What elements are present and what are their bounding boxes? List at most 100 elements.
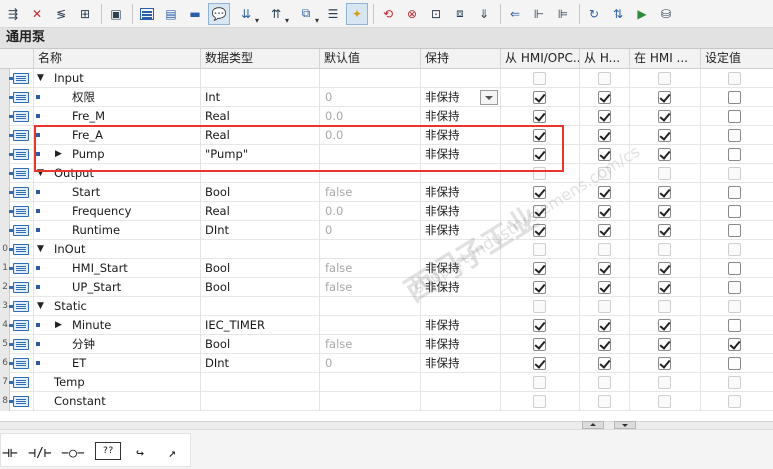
normally-closed-contact-icon[interactable]: ⊣/⊢: [25, 440, 55, 466]
in-hmi-checkbox[interactable]: [658, 205, 671, 218]
hmi-opc-checkbox[interactable]: [533, 319, 546, 332]
setpoint-checkbox[interactable]: [728, 300, 741, 313]
snapshot-icon[interactable]: ▶: [631, 3, 653, 25]
hmi-h-checkbox[interactable]: [598, 357, 611, 370]
table-row[interactable]: 0 ▼ InOut: [0, 240, 773, 259]
retain-value[interactable]: 非保持: [425, 316, 460, 334]
network-list-icon[interactable]: [136, 3, 158, 25]
datatype-value[interactable]: DInt: [205, 221, 229, 239]
default-value[interactable]: false: [325, 183, 352, 201]
expand-toggle-icon[interactable]: ▶: [55, 316, 62, 334]
hmi-h-checkbox[interactable]: [598, 148, 611, 161]
setpoint-checkbox[interactable]: [728, 224, 741, 237]
hmi-opc-checkbox[interactable]: [533, 186, 546, 199]
setpoint-checkbox[interactable]: [728, 205, 741, 218]
open-all-icon[interactable]: ⇊ ▾: [232, 3, 260, 25]
absolute-address-icon[interactable]: ⧉ ▾: [292, 3, 320, 25]
in-hmi-checkbox[interactable]: [658, 243, 671, 256]
hmi-h-checkbox[interactable]: [598, 262, 611, 275]
close-all-icon[interactable]: ⇈ ▾: [262, 3, 290, 25]
table-row[interactable]: Fre_M Real 0.0 非保持: [0, 107, 773, 126]
empty-box-icon[interactable]: ??: [95, 442, 121, 460]
default-value[interactable]: 0: [325, 221, 332, 239]
retain-value[interactable]: 非保持: [425, 202, 460, 220]
collapse-toggle-icon[interactable]: ▼: [37, 69, 44, 87]
in-hmi-checkbox[interactable]: [658, 224, 671, 237]
collapse-toggle-icon[interactable]: ▼: [37, 297, 44, 315]
variable-name[interactable]: Input: [54, 69, 84, 87]
insert-row-icon[interactable]: ⇶: [2, 3, 24, 25]
hmi-opc-checkbox[interactable]: [533, 129, 546, 142]
hmi-h-checkbox[interactable]: [598, 243, 611, 256]
table-row[interactable]: 3 ▼ Static: [0, 297, 773, 316]
table-row[interactable]: Fre_A Real 0.0 非保持: [0, 126, 773, 145]
in-hmi-checkbox[interactable]: [658, 281, 671, 294]
header-retain[interactable]: 保持: [421, 49, 501, 69]
variable-name[interactable]: Minute: [72, 316, 111, 334]
retain-value[interactable]: 非保持: [425, 183, 460, 201]
retain-value[interactable]: 非保持: [425, 278, 460, 296]
variable-name[interactable]: HMI_Start: [72, 259, 128, 277]
setpoint-checkbox[interactable]: [728, 281, 741, 294]
monitor-icon[interactable]: ▣: [105, 3, 127, 25]
default-value[interactable]: 0.0: [325, 202, 343, 220]
hmi-h-checkbox[interactable]: [598, 72, 611, 85]
setpoint-checkbox[interactable]: [728, 110, 741, 123]
datatype-value[interactable]: Bool: [205, 183, 230, 201]
in-hmi-checkbox[interactable]: [658, 167, 671, 180]
hmi-h-checkbox[interactable]: [598, 319, 611, 332]
hmi-opc-checkbox[interactable]: [533, 357, 546, 370]
datatype-value[interactable]: Bool: [205, 335, 230, 353]
in-hmi-checkbox[interactable]: [658, 262, 671, 275]
header-name[interactable]: 名称: [34, 49, 201, 69]
in-hmi-checkbox[interactable]: [658, 319, 671, 332]
variable-name[interactable]: Runtime: [72, 221, 120, 239]
hmi-h-checkbox[interactable]: [598, 300, 611, 313]
table-row[interactable]: 2 UP_Start Bool false 非保持: [0, 278, 773, 297]
table-row[interactable]: 权限 Int 0 非保持: [0, 88, 773, 107]
in-hmi-checkbox[interactable]: [658, 357, 671, 370]
retain-value[interactable]: 非保持: [425, 126, 460, 144]
setpoint-checkbox[interactable]: [728, 376, 741, 389]
default-value[interactable]: 0: [325, 88, 332, 106]
header-setpoint[interactable]: 设定值: [701, 49, 773, 69]
hmi-opc-checkbox[interactable]: [533, 148, 546, 161]
retain-value[interactable]: 非保持: [425, 354, 460, 372]
default-value[interactable]: false: [325, 278, 352, 296]
variable-name[interactable]: 分钟: [72, 335, 95, 353]
hmi-h-checkbox[interactable]: [598, 167, 611, 180]
in-hmi-checkbox[interactable]: [658, 300, 671, 313]
datatype-value[interactable]: IEC_TIMER: [205, 316, 265, 334]
indent-icon[interactable]: ⊩: [528, 3, 550, 25]
setpoint-checkbox[interactable]: [728, 129, 741, 142]
variable-name[interactable]: Output: [54, 164, 94, 182]
hmi-h-checkbox[interactable]: [598, 129, 611, 142]
hmi-opc-checkbox[interactable]: [533, 376, 546, 389]
variable-name[interactable]: Static: [54, 297, 87, 315]
setpoint-checkbox[interactable]: [728, 262, 741, 275]
hmi-opc-checkbox[interactable]: [533, 72, 546, 85]
jump-back-icon[interactable]: ⇐: [504, 3, 526, 25]
table-row[interactable]: ▼ Output: [0, 164, 773, 183]
step-over-icon[interactable]: ⇓: [473, 3, 495, 25]
header-hmi-h[interactable]: 从 H...: [580, 49, 630, 69]
setpoint-checkbox[interactable]: [728, 243, 741, 256]
header-in-hmi[interactable]: 在 HMI ...: [630, 49, 701, 69]
add-row-icon[interactable]: ⊞: [74, 3, 96, 25]
move-row-icon[interactable]: ≶: [50, 3, 72, 25]
setpoint-checkbox[interactable]: [728, 319, 741, 332]
variable-name[interactable]: ET: [72, 354, 86, 372]
hmi-opc-checkbox[interactable]: [533, 338, 546, 351]
hmi-h-checkbox[interactable]: [598, 338, 611, 351]
coil-icon[interactable]: −○−: [57, 440, 89, 466]
retain-value[interactable]: 非保持: [425, 335, 460, 353]
variable-name[interactable]: 权限: [72, 88, 95, 106]
setpoint-checkbox[interactable]: [728, 357, 741, 370]
breakpoint-icon[interactable]: ⊡: [425, 3, 447, 25]
datatype-value[interactable]: Real: [205, 202, 230, 220]
window-icon[interactable]: ▤: [160, 3, 182, 25]
table-row[interactable]: 8 Constant: [0, 392, 773, 411]
setpoint-checkbox[interactable]: [728, 167, 741, 180]
collapse-toggle-icon[interactable]: ▼: [37, 240, 44, 258]
hmi-h-checkbox[interactable]: [598, 376, 611, 389]
